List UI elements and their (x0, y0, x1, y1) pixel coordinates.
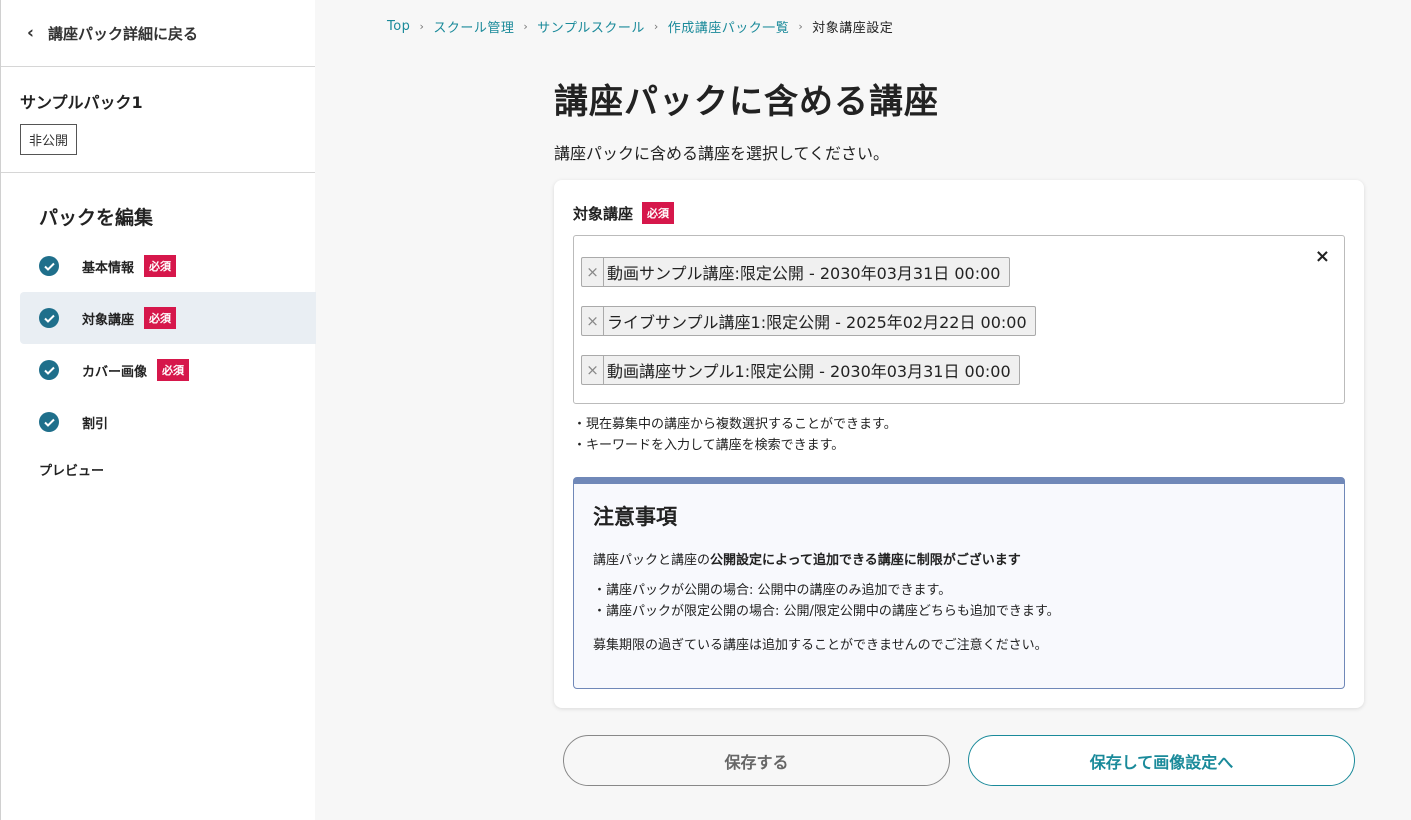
breadcrumb-separator: › (419, 20, 425, 33)
save-and-next-button[interactable]: 保存して画像設定へ (968, 735, 1355, 786)
chevron-left-icon: ‹ (27, 23, 35, 43)
breadcrumb-separator: › (798, 20, 804, 33)
clear-all-icon[interactable]: × (1315, 246, 1330, 267)
save-button[interactable]: 保存する (563, 735, 950, 786)
required-badge: 必須 (157, 359, 190, 381)
chip-label: ライブサンプル講座1:限定公開 - 2025年02月22日 00:00 (607, 313, 1027, 332)
page-description: 講座パックに含める講座を選択してください。 (554, 144, 890, 163)
notice-rule-line: ・講座パックが公開の場合: 公開中の講座のみ追加できます。 (593, 583, 952, 598)
edit-pack-heading: パックを編集 (39, 207, 154, 229)
field-hints: ・現在募集中の講座から複数選択することができます。 ・キーワードを入力して講座を… (573, 414, 897, 456)
notice-rule-line: ・講座パックが限定公開の場合: 公開/限定公開中の講座どちらも追加できます。 (593, 604, 1060, 619)
sidebar-item-discount[interactable]: 割引 (1, 396, 297, 448)
notice-lead-prefix: 講座パックと講座の (593, 553, 711, 568)
pack-info: サンプルパック1 非公開 (1, 67, 315, 173)
notice-lead: 講座パックと講座の公開設定によって追加できる講座に制限がございます (593, 549, 1344, 568)
breadcrumb-top[interactable]: Top (387, 19, 410, 34)
check-circle-icon (39, 256, 59, 276)
breadcrumb-current: 対象講座設定 (812, 21, 894, 36)
sidebar-item-basic-info[interactable]: 基本情報 必須 (1, 240, 297, 292)
back-to-pack-detail-link[interactable]: ‹ 講座パック詳細に戻る (1, 0, 315, 67)
sidebar-item-target-courses[interactable]: 対象講座 必須 (20, 292, 316, 344)
selected-course-chip: × 動画サンプル講座:限定公開 - 2030年03月31日 00:00 (581, 257, 1010, 287)
course-multiselect[interactable]: × × 動画サンプル講座:限定公開 - 2030年03月31日 00:00 × … (573, 235, 1345, 404)
breadcrumb-sample-school[interactable]: サンプルスクール (537, 17, 645, 36)
pack-edit-nav: 基本情報 必須 対象講座 必須 カバー画像 必須 割引 (1, 240, 316, 448)
breadcrumb: Top › スクール管理 › サンプルスクール › 作成講座パック一覧 › 対象… (387, 17, 893, 36)
notice-title: 注意事項 (593, 505, 677, 529)
pack-status-badge: 非公開 (20, 124, 78, 155)
sidebar-item-label: カバー画像 (82, 364, 148, 380)
selected-course-chip: × ライブサンプル講座1:限定公開 - 2025年02月22日 00:00 (581, 306, 1036, 336)
chip-label: 動画サンプル講座:限定公開 - 2030年03月31日 00:00 (607, 264, 1001, 283)
sidebar-item-label: 基本情報 (82, 260, 135, 276)
required-badge: 必須 (642, 202, 675, 224)
selected-course-chip: × 動画講座サンプル1:限定公開 - 2030年03月31日 00:00 (581, 355, 1020, 385)
field-label-text: 対象講座 (573, 204, 634, 223)
breadcrumb-school-admin[interactable]: スクール管理 (433, 17, 514, 36)
remove-chip-icon[interactable]: × (582, 356, 604, 384)
breadcrumb-pack-list[interactable]: 作成講座パック一覧 (668, 17, 790, 36)
sidebar-item-label: 対象講座 (82, 312, 135, 328)
sidebar: ‹ 講座パック詳細に戻る サンプルパック1 非公開 パックを編集 基本情報 必須… (0, 0, 316, 820)
check-circle-icon (39, 308, 59, 328)
sidebar-item-preview[interactable]: プレビュー (1, 460, 315, 479)
breadcrumb-separator: › (653, 20, 659, 33)
notice-lead-bold: 公開設定によって追加できる講座に制限がございます (710, 553, 1021, 568)
target-courses-label: 対象講座 必須 (573, 202, 675, 224)
breadcrumb-separator: › (523, 20, 529, 33)
hint-line: ・現在募集中の講座から複数選択することができます。 (573, 417, 897, 432)
chip-label: 動画講座サンプル1:限定公開 - 2030年03月31日 00:00 (607, 362, 1011, 381)
course-selection-card: 対象講座 必須 × × 動画サンプル講座:限定公開 - 2030年03月31日 … (554, 180, 1364, 708)
notice-rules: ・講座パックが公開の場合: 公開中の講座のみ追加できます。 ・講座パックが限定公… (593, 580, 1344, 622)
notice-footer: 募集期限の過ぎている講座は追加することができませんのでご注意ください。 (593, 638, 1048, 653)
sidebar-item-cover-image[interactable]: カバー画像 必須 (1, 344, 297, 396)
hint-line: ・キーワードを入力して講座を検索できます。 (573, 438, 845, 453)
back-link-label: 講座パック詳細に戻る (48, 24, 199, 43)
check-circle-icon (39, 412, 59, 432)
pack-name: サンプルパック1 (20, 93, 143, 112)
required-badge: 必須 (144, 255, 177, 277)
required-badge: 必須 (144, 307, 177, 329)
check-circle-icon (39, 360, 59, 380)
remove-chip-icon[interactable]: × (582, 258, 604, 286)
notice-box: 注意事項 講座パックと講座の公開設定によって追加できる講座に制限がございます ・… (573, 477, 1345, 689)
page-title: 講座パックに含める講座 (554, 82, 939, 122)
remove-chip-icon[interactable]: × (582, 307, 604, 335)
sidebar-item-label: 割引 (82, 416, 109, 432)
